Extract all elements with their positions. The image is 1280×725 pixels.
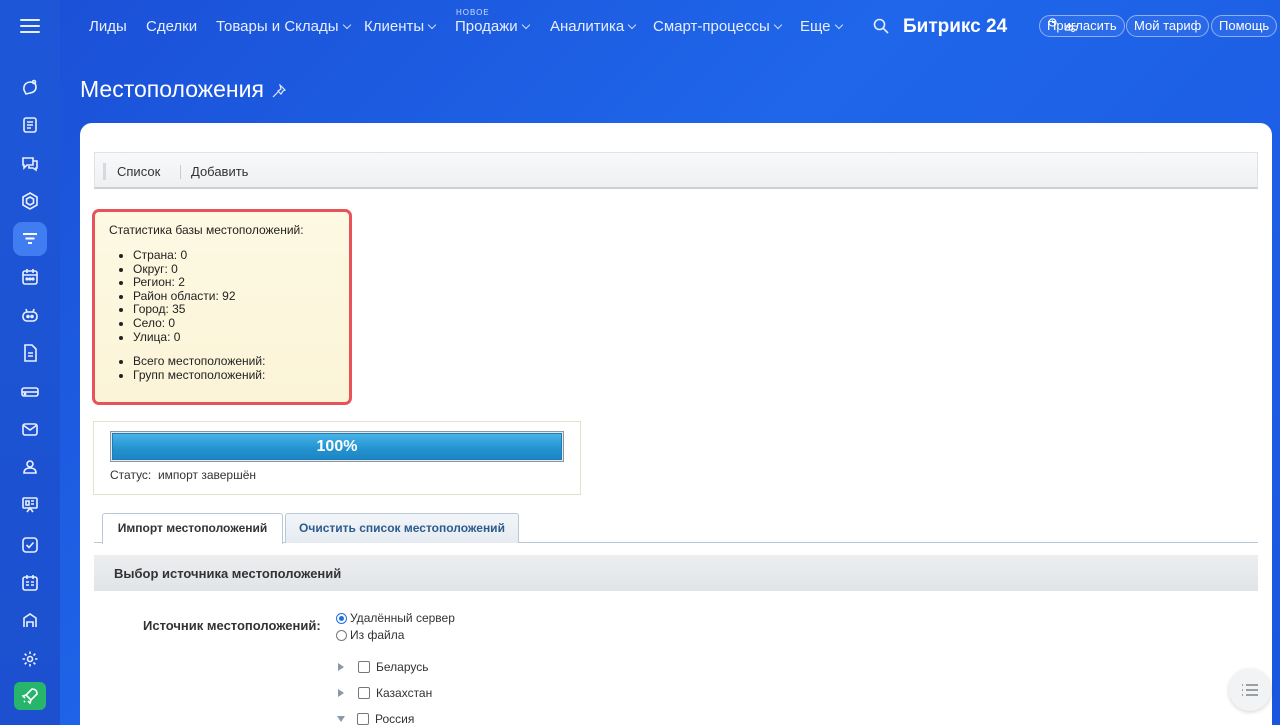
rail-contacts-icon[interactable] [13,450,47,484]
add-button[interactable]: Добавить [191,164,248,179]
chevron-down-icon [427,20,437,30]
radio-from-file[interactable]: Из файла [336,628,404,642]
collapse-arrow-icon[interactable] [337,716,345,722]
chevron-down-icon [834,20,843,30]
section-header: Выбор источника местоположений [94,555,1258,591]
nav-item-more[interactable]: Еще [800,18,843,35]
rail-copilot-icon[interactable] [13,298,47,332]
expand-arrow-icon[interactable] [338,663,344,671]
checkbox[interactable] [357,713,369,725]
list-button[interactable]: Список [117,164,160,179]
stats-item-subregion: Район области: 92 [133,289,349,304]
toolbar-separator [180,165,181,179]
invite-button[interactable]: Пригласить [1039,15,1125,37]
progress-percent: 100% [316,438,358,455]
tree-item-belarus[interactable]: Беларусь [337,660,428,674]
location-stats-box: Статистика базы местоположений: Страна: … [92,209,352,405]
chevron-down-icon [521,20,530,30]
source-label: Источник местоположений: [143,618,321,633]
status-label: Статус: [110,468,152,482]
tree-item-label: Беларусь [376,660,429,674]
tree-item-label: Казахстан [376,686,433,700]
tab-import-locations[interactable]: Импорт местоположений [102,513,283,544]
nav-item-clients[interactable]: Клиенты [364,18,437,35]
tree-item-label: Россия [375,712,415,725]
chevron-down-icon [628,20,637,30]
rail-storage-icon[interactable] [13,374,47,408]
rail-feed-icon[interactable] [13,70,47,104]
status-value: импорт завершён [157,468,257,482]
tariff-button[interactable]: Мой тариф [1126,15,1210,37]
toolbar: Список Добавить [94,152,1258,189]
chevron-down-icon [773,20,782,30]
rail-document-icon[interactable] [13,336,47,370]
tab-clear-locations[interactable]: Очистить список местоположений [285,513,519,543]
rail-hexagon-icon[interactable] [13,184,47,218]
top-navigation: Лиды Сделки Товары и Склады Клиенты НОВО… [60,0,1280,52]
rail-crm-funnel-icon[interactable] [13,222,47,256]
checkbox[interactable] [358,687,370,699]
rail-schedule-icon[interactable] [13,566,47,600]
stats-item-district: Округ: 0 [133,262,349,277]
rail-tasks-icon[interactable] [13,108,47,142]
new-badge: НОВОЕ [456,8,490,17]
stats-totals-list: Всего местоположений: Групп местоположен… [133,355,349,382]
nav-item-smart-processes[interactable]: Смарт-процессы [653,18,782,35]
main-panel: Список Добавить Статистика базы местопол… [80,123,1272,725]
rail-settings-gear-icon[interactable] [13,642,47,676]
radio-remote-server[interactable]: Удалённый сервер [336,611,455,625]
hamburger-menu-icon[interactable] [20,19,40,33]
stats-item-street: Улица: 0 [133,330,349,345]
stats-item-village: Село: 0 [133,316,349,331]
search-icon[interactable] [873,18,889,34]
help-button[interactable]: Помощь [1211,15,1278,37]
progress-bar: 100% [110,431,564,462]
tree-item-russia[interactable]: Россия [337,712,414,725]
stats-item-country: Страна: 0 [133,248,349,263]
rail-chat-icon[interactable] [13,146,47,180]
stats-list: Страна: 0 Округ: 0 Регион: 2 Район облас… [133,248,349,345]
nav-item-analytics[interactable]: Аналитика [550,18,637,35]
brand-logo[interactable]: Битрикс 24 [903,16,1007,38]
nav-item-sales[interactable]: Продажи [455,18,530,35]
rail-checkbox-icon[interactable] [13,528,47,562]
chevron-down-icon [342,20,351,30]
rail-mail-icon[interactable] [13,412,47,446]
stats-item-region: Регион: 2 [133,276,349,290]
page-title: Местоположения [80,76,264,102]
radio-from-file-label: Из файла [350,628,405,642]
rail-calendar-icon[interactable] [13,260,47,294]
stats-total-groups: Групп местоположений: [133,368,349,383]
radio-remote-server-label: Удалённый сервер [350,611,455,625]
radio-button[interactable] [336,629,347,641]
rail-presentation-icon[interactable] [13,488,47,522]
toolbar-grip [103,163,106,180]
rail-store-icon[interactable] [13,604,47,638]
nav-item-products[interactable]: Товары и Склады [216,18,351,35]
nav-item-deals[interactable]: Сделки [146,18,197,35]
left-rail [0,0,60,725]
expand-arrow-icon[interactable] [338,689,344,697]
import-status: Статус: импорт завершён [110,468,256,482]
nav-item-leads[interactable]: Лиды [89,18,127,35]
list-icon [1242,684,1258,696]
stats-title: Статистика базы местоположений: [109,223,304,237]
import-progress-box: 100% Статус: импорт завершён [93,421,581,495]
stats-item-city: Город: 35 [133,303,349,317]
tree-item-kazakhstan[interactable]: Казахстан [337,686,432,700]
menu-list-button[interactable] [1229,669,1271,711]
checkbox[interactable] [358,661,370,673]
rail-rocket-icon[interactable] [14,682,46,710]
radio-button-selected[interactable] [336,612,347,624]
pin-icon[interactable] [272,84,286,98]
stats-total-locations: Всего местоположений: [133,355,349,369]
